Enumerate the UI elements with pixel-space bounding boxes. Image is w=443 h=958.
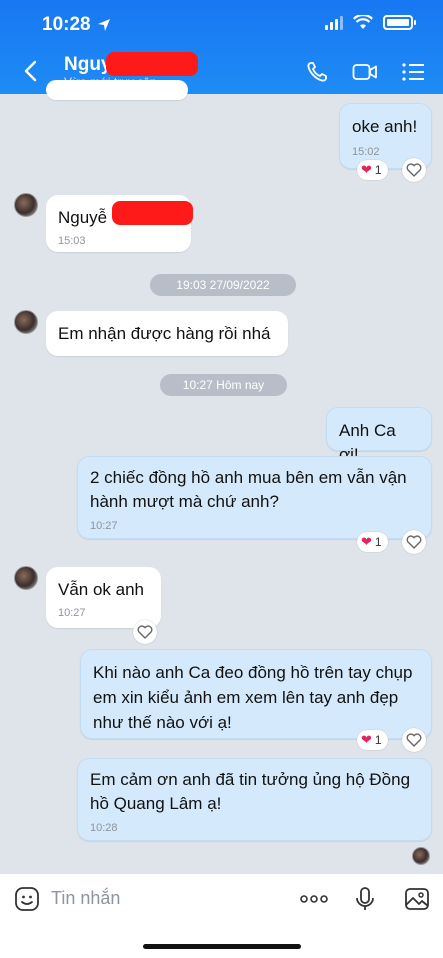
seen-avatar — [412, 847, 430, 865]
message-text: Em cảm ơn anh đã tin tưởng ủng hộ Đồng h… — [90, 770, 411, 813]
red-heart-icon: ❤ — [361, 732, 372, 747]
redaction-box — [106, 52, 198, 76]
message-text: 2 chiếc đồng hồ anh mua bên em vẫn vận h… — [90, 468, 407, 511]
message-text: Em nhận được hàng rồi nhá — [58, 324, 271, 343]
phone-call-icon[interactable] — [305, 60, 331, 84]
message-time: 15:02 — [352, 146, 380, 158]
reaction-badge[interactable]: ❤ 1 — [357, 730, 388, 750]
message-bubble-outgoing[interactable]: 2 chiếc đồng hồ anh mua bên em vẫn vận h… — [77, 456, 432, 539]
video-call-icon[interactable] — [352, 60, 378, 84]
reaction-count: 1 — [374, 733, 382, 747]
avatar[interactable] — [14, 566, 38, 590]
status-time: 10:28 — [42, 14, 91, 35]
status-indicators — [325, 15, 416, 30]
battery-icon — [383, 15, 416, 30]
message-bubble-incoming[interactable]: Vẫn ok anh 10:27 — [46, 567, 161, 628]
message-bubble-incoming[interactable]: Em nhận được hàng rồi nhá — [46, 311, 288, 356]
reaction-badge[interactable]: ❤ 1 — [357, 532, 388, 552]
wifi-icon — [353, 15, 373, 29]
message-list[interactable]: oke anh! 15:02 ❤ 1 Nguyễ 15:03 19:03 27/… — [0, 80, 443, 874]
more-dots-icon[interactable] — [299, 886, 329, 912]
message-text: Vẫn ok anh — [58, 580, 145, 599]
location-arrow-icon — [98, 19, 110, 31]
message-text: oke anh! — [352, 117, 418, 136]
avatar[interactable] — [14, 193, 38, 217]
message-bubble-outgoing[interactable]: Anh Ca ơi! — [326, 407, 432, 464]
message-input[interactable]: Tin nhắn — [51, 888, 120, 909]
reaction-count: 1 — [374, 535, 382, 549]
reaction-badge[interactable]: ❤ 1 — [357, 160, 388, 180]
heart-outline-icon[interactable] — [133, 620, 157, 644]
sticker-icon[interactable] — [14, 886, 40, 912]
avatar[interactable] — [14, 310, 38, 334]
message-text: Khi nào anh Ca đeo đồng hồ trên tay chụp… — [93, 663, 413, 732]
date-separator: 19:03 27/09/2022 — [150, 274, 296, 296]
contact-name[interactable]: Nguy — [64, 54, 112, 76]
microphone-icon[interactable] — [352, 886, 378, 912]
message-time: 10:27 — [58, 607, 86, 619]
message-time: 10:27 — [90, 520, 118, 532]
image-gallery-icon[interactable] — [404, 886, 430, 912]
redaction-box — [112, 201, 193, 225]
reaction-count: 1 — [374, 163, 382, 177]
message-bubble-outgoing[interactable]: Khi nào anh Ca đeo đồng hồ trên tay chụp… — [80, 649, 432, 739]
heart-outline-icon[interactable] — [402, 530, 426, 554]
home-indicator — [143, 944, 301, 949]
red-heart-icon: ❤ — [361, 162, 372, 177]
red-heart-icon: ❤ — [361, 534, 372, 549]
heart-outline-icon[interactable] — [402, 158, 426, 182]
signal-icon — [325, 15, 343, 30]
message-input-bar: Tin nhắn — [0, 874, 443, 958]
back-arrow-icon[interactable] — [22, 60, 40, 82]
message-time: 10:28 — [90, 822, 118, 834]
date-separator: 10:27 Hôm nay — [160, 374, 287, 396]
heart-outline-icon[interactable] — [402, 728, 426, 752]
message-bubble-incoming[interactable] — [46, 80, 188, 100]
message-bubble-outgoing[interactable]: Em cảm ơn anh đã tin tưởng ủng hộ Đồng h… — [77, 758, 432, 841]
menu-list-icon[interactable] — [401, 60, 427, 84]
message-time: 15:03 — [58, 235, 86, 247]
